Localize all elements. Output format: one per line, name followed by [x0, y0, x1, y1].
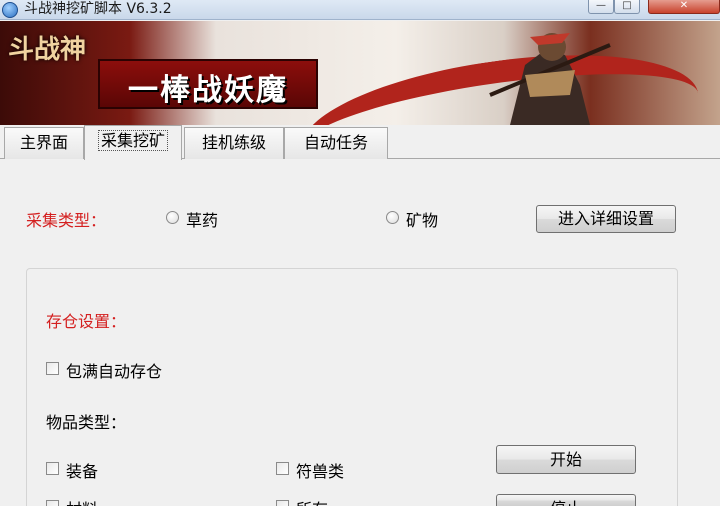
collect-type-label: 采集类型：: [26, 211, 107, 230]
window-title: 斗战神挖矿脚本 V6.3.2: [24, 1, 172, 17]
equipment-checkbox[interactable]: [46, 462, 59, 475]
slogan-box: 一棒战妖魔: [98, 59, 318, 109]
tab-main-label: 主界面: [19, 133, 68, 152]
ore-radio[interactable]: [386, 211, 399, 224]
tab-strip: 主界面 采集挖矿 挂机练级 自动任务: [0, 125, 720, 160]
all-items-checkbox[interactable]: [276, 500, 289, 506]
title-bar[interactable]: 斗战神挖矿脚本 V6.3.2 — □ ✕: [0, 0, 720, 20]
material-label[interactable]: 材料: [66, 496, 98, 506]
warrior-figure-image: [489, 33, 611, 125]
start-button[interactable]: 开始: [496, 445, 636, 474]
herb-radio[interactable]: [166, 211, 179, 224]
banner-slogan: 一棒战妖魔: [128, 73, 288, 108]
tab-collect-mining[interactable]: 采集挖矿: [84, 125, 182, 160]
tab-collect-mining-label: 采集挖矿: [97, 130, 169, 151]
herb-radio-label[interactable]: 草药: [186, 207, 218, 231]
equipment-label[interactable]: 装备: [66, 458, 98, 482]
tab-auto-quest-label: 自动任务: [303, 133, 368, 152]
beast-label[interactable]: 符兽类: [296, 458, 344, 482]
game-banner: 斗战神 一棒战妖魔: [0, 21, 720, 125]
tab-leveling-label: 挂机练级: [201, 133, 266, 152]
all-items-label[interactable]: 所有: [296, 496, 328, 506]
game-logo: 斗战神: [8, 35, 87, 65]
close-icon: ✕: [679, 0, 689, 11]
auto-store-label[interactable]: 包满自动存仓: [66, 358, 162, 382]
minimize-icon: —: [596, 0, 606, 11]
close-button[interactable]: ✕: [648, 0, 720, 14]
tab-auto-quest[interactable]: 自动任务: [284, 127, 388, 159]
tab-main[interactable]: 主界面: [4, 127, 84, 159]
ore-radio-label[interactable]: 矿物: [406, 207, 438, 231]
storage-settings-title: 存仓设置：: [46, 312, 127, 331]
item-type-label: 物品类型：: [46, 413, 127, 432]
detail-settings-button[interactable]: 进入详细设置: [536, 205, 676, 233]
tab-leveling[interactable]: 挂机练级: [184, 127, 284, 159]
material-checkbox[interactable]: [46, 500, 59, 506]
maximize-icon: □: [622, 0, 632, 11]
stop-button[interactable]: 停止: [496, 494, 636, 506]
maximize-button[interactable]: □: [614, 0, 640, 14]
app-icon: [2, 2, 18, 18]
auto-store-checkbox[interactable]: [46, 362, 59, 375]
minimize-button[interactable]: —: [588, 0, 614, 14]
beast-checkbox[interactable]: [276, 462, 289, 475]
